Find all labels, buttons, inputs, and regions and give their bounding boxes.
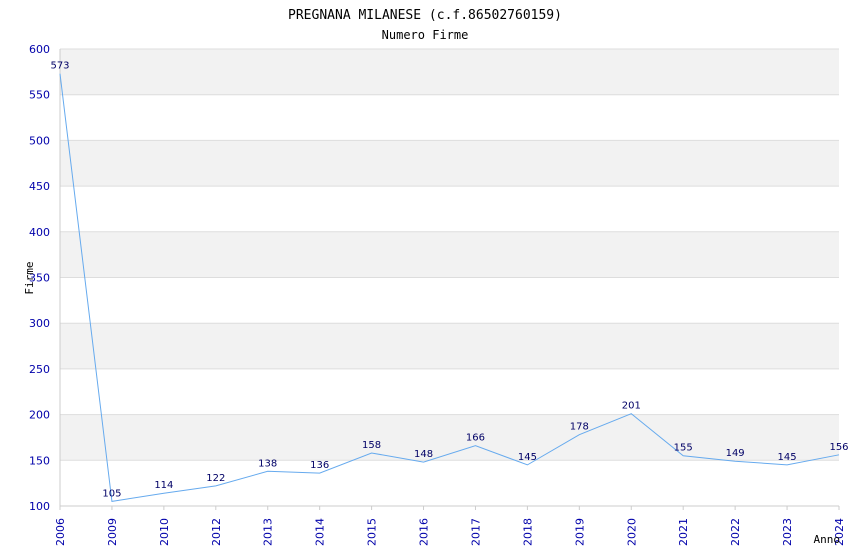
data-label: 105: [102, 488, 121, 499]
y-tick-label: 400: [29, 226, 50, 239]
data-label: 148: [414, 449, 433, 460]
data-label: 138: [258, 458, 277, 469]
x-tick-label: 2016: [418, 518, 431, 546]
data-label: 114: [154, 480, 173, 491]
chart-title: PREGNANA MILANESE (c.f.86502760159): [288, 8, 562, 23]
y-tick-label: 500: [29, 134, 50, 147]
x-tick-label: 2013: [262, 518, 275, 546]
band: [60, 49, 839, 95]
data-label: 145: [778, 452, 797, 463]
band: [60, 231, 839, 278]
x-tick-label: 2020: [625, 518, 638, 546]
data-label: 122: [206, 473, 225, 484]
x-tick-label: 2012: [210, 518, 223, 546]
y-tick-label: 300: [29, 317, 50, 330]
band: [60, 323, 839, 369]
data-label: 155: [674, 443, 693, 454]
y-tick-label: 200: [29, 409, 50, 422]
x-tick-label: 2015: [366, 518, 379, 546]
data-label: 156: [829, 442, 848, 453]
data-label: 201: [622, 401, 641, 412]
x-tick-label: 2014: [314, 518, 327, 546]
x-tick-label: 2022: [729, 518, 742, 546]
background-bands: [60, 49, 839, 461]
chart-subtitle: Numero Firme: [382, 28, 469, 42]
x-tick-label: 2023: [781, 518, 794, 546]
y-tick-label: 100: [29, 500, 50, 513]
x-tick-label: 2018: [521, 518, 534, 546]
x-tick-label: 2017: [469, 518, 482, 546]
y-tick-label: 450: [29, 180, 50, 193]
x-ticks: 2006 2009 2010 2012 2013 2014 2015 2016 2017 2018…: [54, 506, 846, 546]
x-tick-label: 2009: [106, 518, 119, 546]
y-tick-label: 250: [29, 363, 50, 376]
data-label: 136: [310, 460, 329, 471]
data-label: 166: [466, 433, 485, 444]
x-tick-label: 2021: [677, 518, 690, 546]
x-tick-label: 2019: [573, 518, 586, 546]
x-tick-label: 2006: [54, 518, 67, 546]
x-tick-label: 2010: [158, 518, 171, 546]
y-tick-label: 150: [29, 454, 50, 467]
band: [60, 140, 839, 187]
data-label: 573: [50, 61, 69, 72]
y-tick-label: 600: [29, 43, 50, 56]
y-tick-label: 550: [29, 89, 50, 102]
data-label: 158: [362, 440, 381, 451]
data-label: 145: [518, 452, 537, 463]
y-axis-title: Firme: [23, 261, 36, 294]
data-label: 149: [726, 448, 745, 459]
data-label: 178: [570, 422, 589, 433]
x-axis-title: Anno: [814, 533, 841, 546]
line-chart: 100150200250300350400450500550600 2006 20…: [23, 8, 849, 546]
